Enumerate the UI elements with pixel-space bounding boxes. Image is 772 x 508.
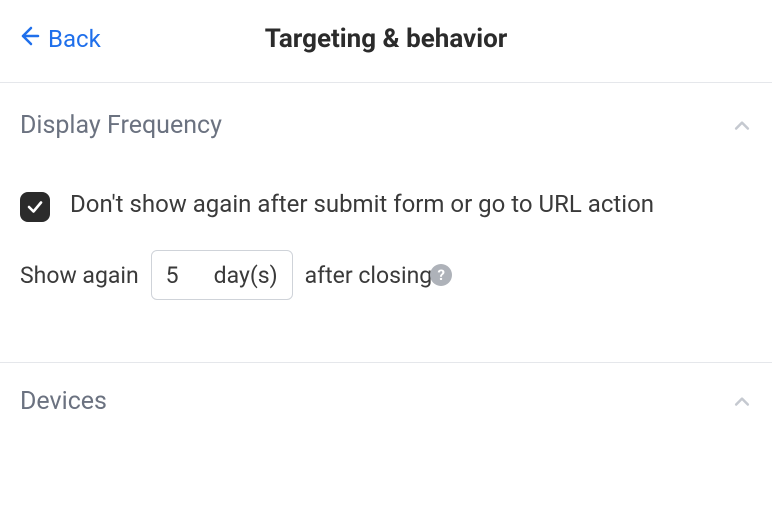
checkbox-label-dont-show: Don't show again after submit form or go…: [70, 188, 654, 222]
section-display-frequency: Display Frequency Don't show again after…: [0, 83, 772, 322]
checkbox-dont-show[interactable]: [20, 192, 50, 222]
chevron-up-icon: [732, 116, 752, 136]
section-body-display-frequency: Don't show again after submit form or go…: [20, 144, 752, 322]
back-button[interactable]: Back: [16, 24, 101, 54]
section-header-display-frequency[interactable]: Display Frequency: [20, 83, 752, 144]
section-devices: Devices: [0, 363, 772, 420]
page-header: Back Targeting & behavior: [0, 0, 772, 82]
help-icon[interactable]: ?: [430, 264, 452, 286]
checkbox-row-dont-show: Don't show again after submit form or go…: [20, 188, 752, 250]
show-again-input[interactable]: 5 day(s): [151, 250, 293, 300]
show-again-unit: day(s): [214, 262, 278, 289]
show-again-row: Show again 5 day(s) after closing ?: [20, 250, 752, 300]
page-title: Targeting & behavior: [20, 24, 752, 54]
show-again-suffix: after closing: [305, 262, 433, 289]
section-title-display-frequency: Display Frequency: [20, 111, 222, 140]
back-label: Back: [48, 25, 101, 53]
section-title-devices: Devices: [20, 387, 107, 416]
section-header-devices[interactable]: Devices: [20, 363, 752, 420]
chevron-up-icon: [732, 392, 752, 412]
show-again-value: 5: [166, 262, 186, 289]
check-icon: [26, 198, 44, 216]
back-arrow-icon: [16, 24, 40, 54]
show-again-prefix: Show again: [20, 262, 139, 289]
